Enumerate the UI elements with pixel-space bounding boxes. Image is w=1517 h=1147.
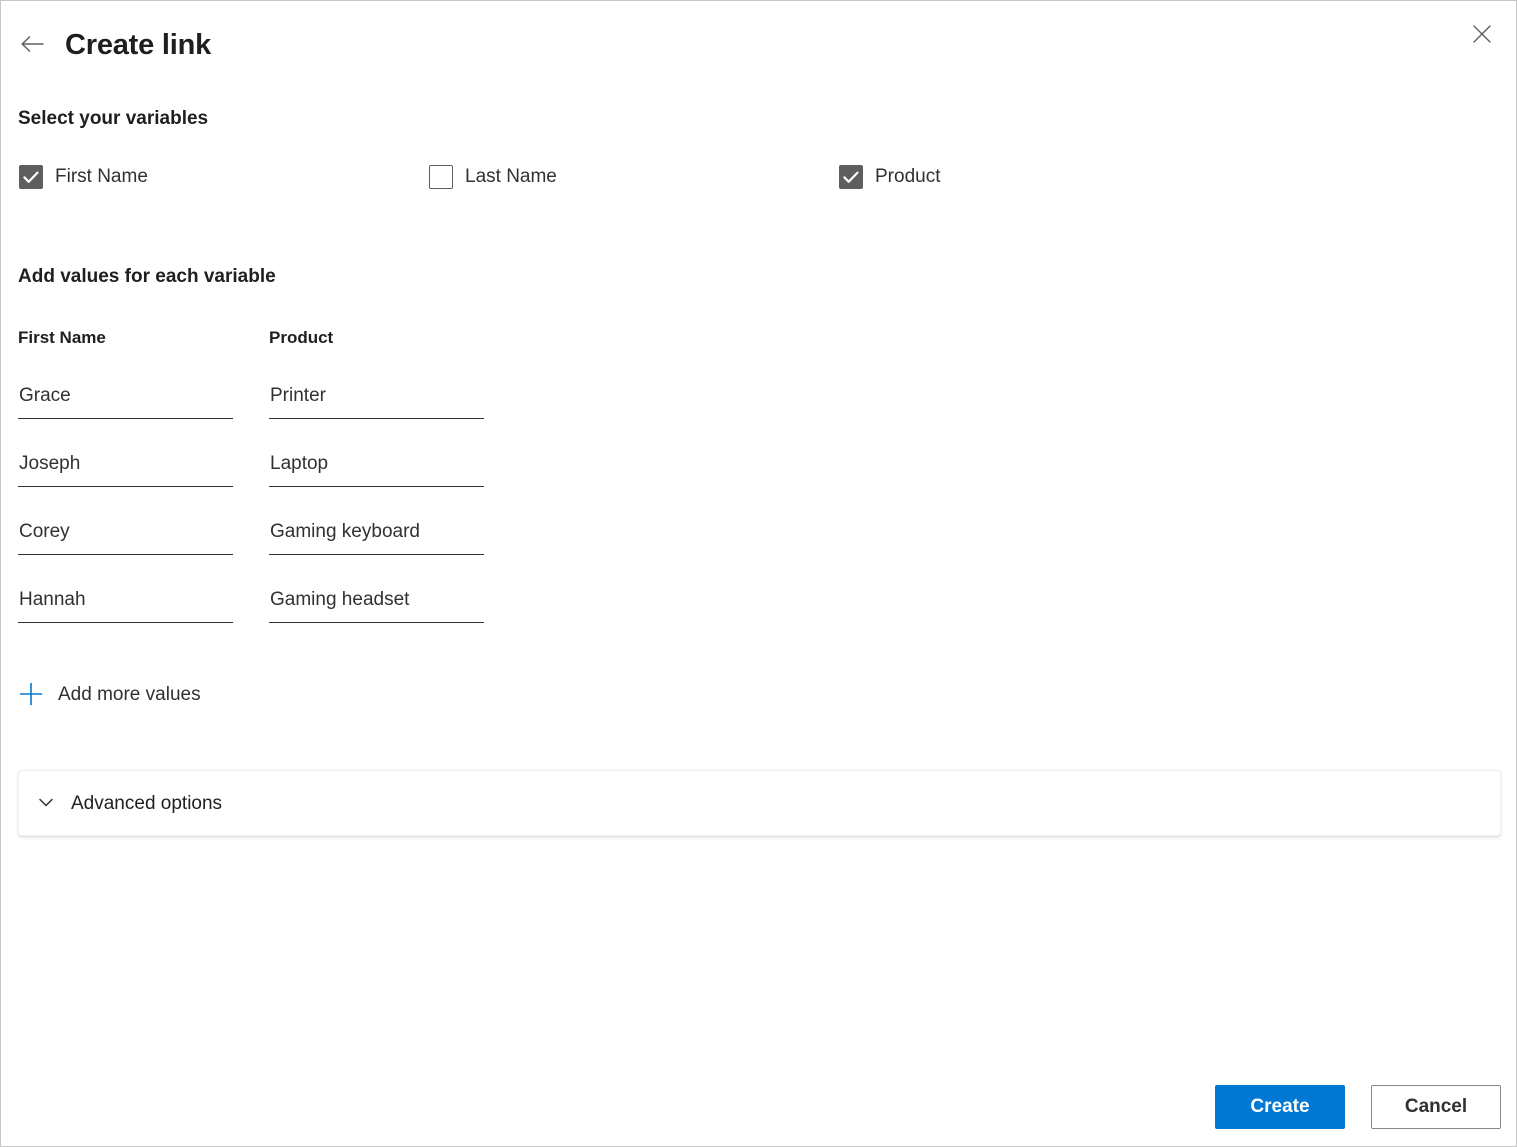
- dialog-footer: Create Cancel: [1215, 1085, 1501, 1129]
- value-field-row[interactable]: [18, 583, 233, 627]
- column-header: First Name: [18, 328, 106, 347]
- checkbox-label: First Name: [55, 166, 148, 187]
- close-icon: [1471, 23, 1493, 45]
- checkbox-label: Last Name: [465, 166, 557, 187]
- checkbox-box-unchecked[interactable]: [429, 165, 453, 189]
- select-variables-heading: Select your variables: [18, 108, 209, 129]
- value-input-product-4[interactable]: [269, 583, 484, 623]
- checkbox-box-checked[interactable]: [19, 165, 43, 189]
- value-field-row[interactable]: [18, 515, 233, 559]
- close-button[interactable]: [1460, 13, 1504, 55]
- dialog-header: Create link: [1, 1, 1516, 87]
- value-input-product-1[interactable]: [269, 379, 484, 419]
- advanced-options-label: Advanced options: [71, 793, 223, 814]
- value-input-first-name-3[interactable]: [18, 515, 233, 555]
- create-button[interactable]: Create: [1215, 1085, 1345, 1129]
- value-input-first-name-4[interactable]: [18, 583, 233, 623]
- chevron-down-icon: [35, 791, 57, 818]
- value-field-row[interactable]: [269, 583, 484, 627]
- plus-icon: [18, 681, 44, 710]
- value-input-product-2[interactable]: [269, 447, 484, 487]
- value-input-first-name-2[interactable]: [18, 447, 233, 487]
- check-icon: [23, 171, 39, 183]
- arrow-left-icon: [19, 34, 45, 54]
- value-field-row[interactable]: [18, 447, 233, 491]
- cancel-button[interactable]: Cancel: [1371, 1085, 1501, 1129]
- back-button[interactable]: [15, 27, 49, 61]
- create-link-dialog: Create link Select your variables First …: [0, 0, 1517, 1147]
- checkbox-box-checked[interactable]: [839, 165, 863, 189]
- checkbox-label: Product: [875, 166, 941, 187]
- advanced-options-panel[interactable]: Advanced options: [18, 770, 1501, 836]
- checkbox-first-name[interactable]: First Name: [19, 161, 148, 193]
- column-header: Product: [269, 328, 334, 347]
- values-column-product: Product: [269, 327, 484, 623]
- check-icon: [843, 171, 859, 183]
- value-input-product-3[interactable]: [269, 515, 484, 555]
- checkbox-last-name[interactable]: Last Name: [429, 161, 557, 193]
- value-field-row[interactable]: [269, 447, 484, 491]
- values-column-first-name: First Name: [18, 327, 233, 623]
- value-field-row[interactable]: [18, 379, 233, 423]
- value-field-row[interactable]: [269, 379, 484, 423]
- checkbox-product[interactable]: Product: [839, 161, 940, 193]
- add-more-values-label: Add more values: [58, 684, 201, 705]
- advanced-options-toggle[interactable]: Advanced options: [35, 771, 222, 837]
- variables-checkbox-group: First Name Last Name Product: [1, 161, 1516, 193]
- value-input-first-name-1[interactable]: [18, 379, 233, 419]
- value-field-row[interactable]: [269, 515, 484, 559]
- add-more-values-button[interactable]: Add more values: [18, 676, 201, 714]
- add-values-heading: Add values for each variable: [18, 266, 276, 287]
- page-title: Create link: [65, 29, 212, 61]
